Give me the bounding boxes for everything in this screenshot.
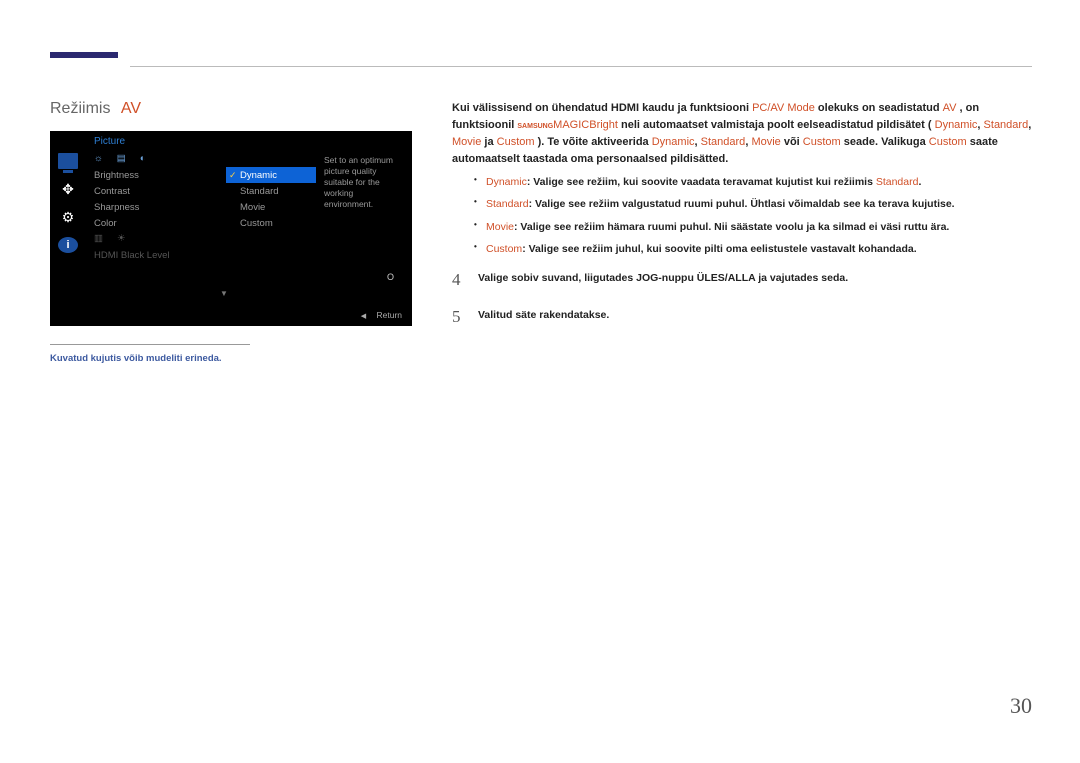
osd-option-movie: Movie xyxy=(226,199,316,215)
intro-magic-small: SAMSUNG xyxy=(517,123,553,130)
osd-title: Picture xyxy=(86,131,412,151)
intro-m2: Movie xyxy=(751,136,780,148)
intro-s1: Standard xyxy=(984,119,1029,131)
bullet-custom: Custom: Valige see režiim juhul, kui soo… xyxy=(474,241,1032,257)
bullet-dynamic-label: Dynamic xyxy=(486,176,527,188)
mode-heading: Režiimis AV xyxy=(50,100,430,118)
osd-option-custom: Custom xyxy=(226,215,316,231)
monitor-icon xyxy=(58,153,78,169)
osd-return-label: Return xyxy=(376,310,402,320)
bullet-list: Dynamic: Valige see režiim, kui soovite … xyxy=(474,174,1032,257)
bullet-dynamic-end: Standard xyxy=(876,176,919,188)
page-number: 30 xyxy=(1010,693,1032,719)
sep: ja xyxy=(481,136,496,148)
intro-c3: Custom xyxy=(929,136,967,148)
osd-dim-icon-row: ▥ ☀ xyxy=(94,231,218,247)
step-4-text: Valige sobiv suvand, liigutades JOG-nupp… xyxy=(478,267,848,286)
osd-columns: ☼ ▤ ◐ Brightness Contrast Sharpness Colo… xyxy=(86,151,412,326)
left-column: Režiimis AV ✥ ⚙ i Picture ☼ ▤ ◐ Brightne… xyxy=(50,100,430,364)
intro-l2c: seade. Valikuga xyxy=(844,136,929,148)
bright-icon: ☀ xyxy=(117,233,126,244)
intro-c2: Custom xyxy=(803,136,841,148)
intro-d1: Dynamic xyxy=(935,119,978,131)
osd-menu-item: Brightness xyxy=(94,167,218,183)
osd-dim-item: HDMI Black Level xyxy=(94,247,218,263)
osd-col-options: Dynamic Standard Movie Custom xyxy=(226,151,316,326)
intro-s2: Standard xyxy=(701,136,746,148)
bullet-movie-text: : Valige see režiim hämara ruumi puhul. … xyxy=(514,221,949,233)
osd-screenshot: ✥ ⚙ i Picture ☼ ▤ ◐ Brightness Contrast … xyxy=(50,131,412,326)
bullet-dynamic: Dynamic: Valige see režiim, kui soovite … xyxy=(474,174,1032,190)
intro-m1: Movie xyxy=(452,136,481,148)
bullet-custom-text: : Valige see režiim juhul, kui soovite p… xyxy=(522,243,916,255)
intro-l2b: ). Te võite aktiveerida xyxy=(538,136,652,148)
intro-pcav: PC/AV Mode xyxy=(752,102,815,114)
osd-main: Picture ☼ ▤ ◐ Brightness Contrast Sharpn… xyxy=(86,131,412,326)
bullet-movie-label: Movie xyxy=(486,221,514,233)
osd-col-menu: ☼ ▤ ◐ Brightness Contrast Sharpness Colo… xyxy=(86,151,226,326)
footnote: Kuvatud kujutis võib mudeliti erineda. xyxy=(50,344,250,364)
bullet-movie: Movie: Valige see režiim hämara ruumi pu… xyxy=(474,219,1032,235)
sep: , xyxy=(1028,119,1031,131)
gear-icon: ⚙ xyxy=(58,209,78,225)
osd-menu-item: Color xyxy=(94,215,218,231)
intro-av: AV xyxy=(943,102,957,114)
step-4: 4 Valige sobiv suvand, liigutades JOG-nu… xyxy=(452,267,1032,293)
header-rule xyxy=(130,66,1032,67)
intro-paragraph: Kui välissisend on ühendatud HDMI kaudu … xyxy=(452,100,1032,168)
arrows-icon: ✥ xyxy=(58,181,78,197)
mode-av: AV xyxy=(121,100,141,117)
info-icon: i xyxy=(58,237,78,253)
intro-or: või xyxy=(784,136,803,148)
bullet-standard: Standard: Valige see režiim valgustatud … xyxy=(474,196,1032,212)
bullet-dynamic-text: : Valige see režiim, kui soovite vaadata… xyxy=(527,176,876,188)
mode-label: Režiimis xyxy=(50,100,110,117)
intro-c1: Custom xyxy=(497,136,535,148)
intro-l1a: Kui välissisend on ühendatud HDMI kaudu … xyxy=(452,102,752,114)
return-triangle-icon: ◀ xyxy=(361,313,366,320)
bullet-standard-text: : Valige see režiim valgustatud ruumi pu… xyxy=(529,198,955,210)
angle-icon: ▥ xyxy=(94,233,103,244)
bullet-dynamic-dot: . xyxy=(918,176,921,188)
step-5: 5 Valitud säte rakendatakse. xyxy=(452,304,1032,330)
bullet-custom-label: Custom xyxy=(486,243,522,255)
step-5-num: 5 xyxy=(452,304,478,330)
step-4-num: 4 xyxy=(452,267,478,293)
osd-sidebar: ✥ ⚙ i xyxy=(50,131,86,326)
osd-menu-item: Contrast xyxy=(94,183,218,199)
contrast-icon: ◐ xyxy=(140,153,146,164)
right-column: Kui välissisend on ühendatud HDMI kaudu … xyxy=(452,100,1032,340)
osd-menu-item: Sharpness xyxy=(94,199,218,215)
osd-option-dynamic: Dynamic xyxy=(226,167,316,183)
osd-description: Set to an optimum picture quality suitab… xyxy=(316,151,412,326)
osd-footer: ◀ Return xyxy=(361,310,402,320)
bullet-standard-label: Standard xyxy=(486,198,529,210)
osd-down-arrow: ▼ xyxy=(220,289,228,298)
osd-option-standard: Standard xyxy=(226,183,316,199)
brightness-icon: ☼ xyxy=(94,153,103,164)
osd-icon-row: ☼ ▤ ◐ xyxy=(94,151,218,167)
step-5-text: Valitud säte rakendatakse. xyxy=(478,304,609,323)
intro-magicbright: MAGICBright xyxy=(553,119,618,131)
intro-d2: Dynamic xyxy=(652,136,695,148)
intro-l2a: neli automaatset valmistaja poolt eelsea… xyxy=(621,119,932,131)
samsung-bright-icon: ▤ xyxy=(117,153,126,164)
header-accent-bar xyxy=(50,52,118,58)
intro-l1b: olekuks on seadistatud xyxy=(818,102,943,114)
osd-o-marker: O xyxy=(387,272,394,282)
